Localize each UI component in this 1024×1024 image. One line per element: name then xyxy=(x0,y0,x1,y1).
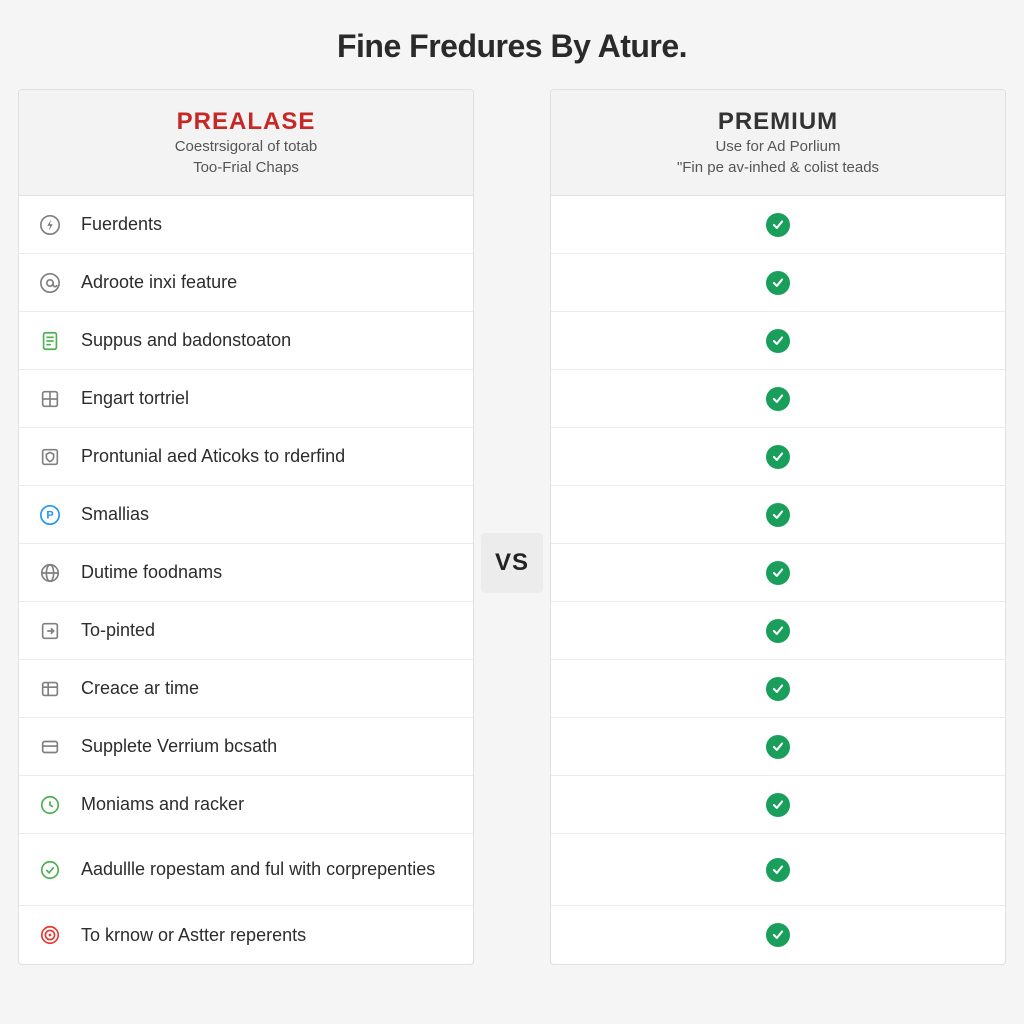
check-icon xyxy=(766,793,790,817)
feature-row: Fuerdents xyxy=(19,196,473,254)
globe-icon xyxy=(37,560,63,586)
shield-icon xyxy=(37,444,63,470)
check-icon xyxy=(766,735,790,759)
check-icon xyxy=(766,213,790,237)
feature-row: P Smallias xyxy=(19,486,473,544)
feature-check-row xyxy=(551,312,1005,370)
check-icon xyxy=(766,387,790,411)
feature-label: Supplete Verrium bcsath xyxy=(81,735,277,758)
plan-header-left: PREALASE Coestrsigoral of totab Too-Fria… xyxy=(19,90,473,196)
plan-sub2-right: "Fin pe av-inhed & colist teads xyxy=(561,157,995,178)
feature-check-row xyxy=(551,834,1005,906)
plan-sub1-right: Use for Ad Porlium xyxy=(561,136,995,157)
page-title: Fine Fredures By Ature. xyxy=(0,0,1024,89)
feature-label: Suppus and badonstoaton xyxy=(81,329,291,352)
plan-header-right: PREMIUM Use for Ad Porlium "Fin pe av-in… xyxy=(551,90,1005,196)
feature-row: Creace ar time xyxy=(19,660,473,718)
feature-label: Dutime foodnams xyxy=(81,561,222,584)
table-icon xyxy=(37,676,63,702)
feature-row: Dutime foodnams xyxy=(19,544,473,602)
grid-icon xyxy=(37,386,63,412)
feature-label: Smallias xyxy=(81,503,149,526)
feature-row: Engart tortriel xyxy=(19,370,473,428)
target-icon xyxy=(37,922,63,948)
feature-check-row xyxy=(551,370,1005,428)
feature-row: Suppus and badonstoaton xyxy=(19,312,473,370)
bolt-icon xyxy=(37,212,63,238)
svg-text:P: P xyxy=(46,509,53,521)
check-icon xyxy=(766,677,790,701)
plan-name-left: PREALASE xyxy=(29,108,463,136)
feature-label: Adroote inxi feature xyxy=(81,271,237,294)
feature-row: Moniams and racker xyxy=(19,776,473,834)
feature-check-row xyxy=(551,718,1005,776)
check-icon xyxy=(766,923,790,947)
check-icon xyxy=(766,329,790,353)
check-icon xyxy=(766,445,790,469)
feature-check-row xyxy=(551,428,1005,486)
feature-row: Adroote inxi feature xyxy=(19,254,473,312)
feature-check-row xyxy=(551,602,1005,660)
feature-label: Aadullle ropestam and ful with corprepen… xyxy=(81,858,435,881)
check-circle-icon xyxy=(37,857,63,883)
doc-icon xyxy=(37,328,63,354)
feature-row: To-pinted xyxy=(19,602,473,660)
feature-check-row xyxy=(551,544,1005,602)
plan-column-left: PREALASE Coestrsigoral of totab Too-Fria… xyxy=(18,89,474,965)
arrow-icon xyxy=(37,618,63,644)
feature-check-row xyxy=(551,660,1005,718)
clock-icon xyxy=(37,792,63,818)
feature-check-row xyxy=(551,486,1005,544)
plan-name-right: PREMIUM xyxy=(561,108,995,136)
check-icon xyxy=(766,858,790,882)
feature-label: Moniams and racker xyxy=(81,793,244,816)
at-icon xyxy=(37,270,63,296)
feature-label: To krnow or Astter reperents xyxy=(81,924,306,947)
feature-label: Fuerdents xyxy=(81,213,162,236)
feature-row: Supplete Verrium bcsath xyxy=(19,718,473,776)
plan-sub2-left: Too-Frial Chaps xyxy=(29,157,463,178)
check-icon xyxy=(766,271,790,295)
feature-row: Aadullle ropestam and ful with corprepen… xyxy=(19,834,473,906)
feature-check-row xyxy=(551,254,1005,312)
feature-check-row xyxy=(551,906,1005,964)
feature-label: To-pinted xyxy=(81,619,155,642)
feature-row: Prontunial aed Aticoks to rderfind xyxy=(19,428,473,486)
vs-divider: VS xyxy=(481,533,543,593)
plan-column-right: PREMIUM Use for Ad Porlium "Fin pe av-in… xyxy=(550,89,1006,965)
check-icon xyxy=(766,561,790,585)
comparison-table: PREALASE Coestrsigoral of totab Too-Fria… xyxy=(0,89,1024,965)
feature-row: To krnow or Astter reperents xyxy=(19,906,473,964)
feature-label: Prontunial aed Aticoks to rderfind xyxy=(81,445,345,468)
feature-label: Engart tortriel xyxy=(81,387,189,410)
check-icon xyxy=(766,619,790,643)
card-icon xyxy=(37,734,63,760)
feature-check-row xyxy=(551,776,1005,834)
plan-sub1-left: Coestrsigoral of totab xyxy=(29,136,463,157)
p-circle-icon: P xyxy=(37,502,63,528)
check-icon xyxy=(766,503,790,527)
feature-label: Creace ar time xyxy=(81,677,199,700)
feature-check-row xyxy=(551,196,1005,254)
